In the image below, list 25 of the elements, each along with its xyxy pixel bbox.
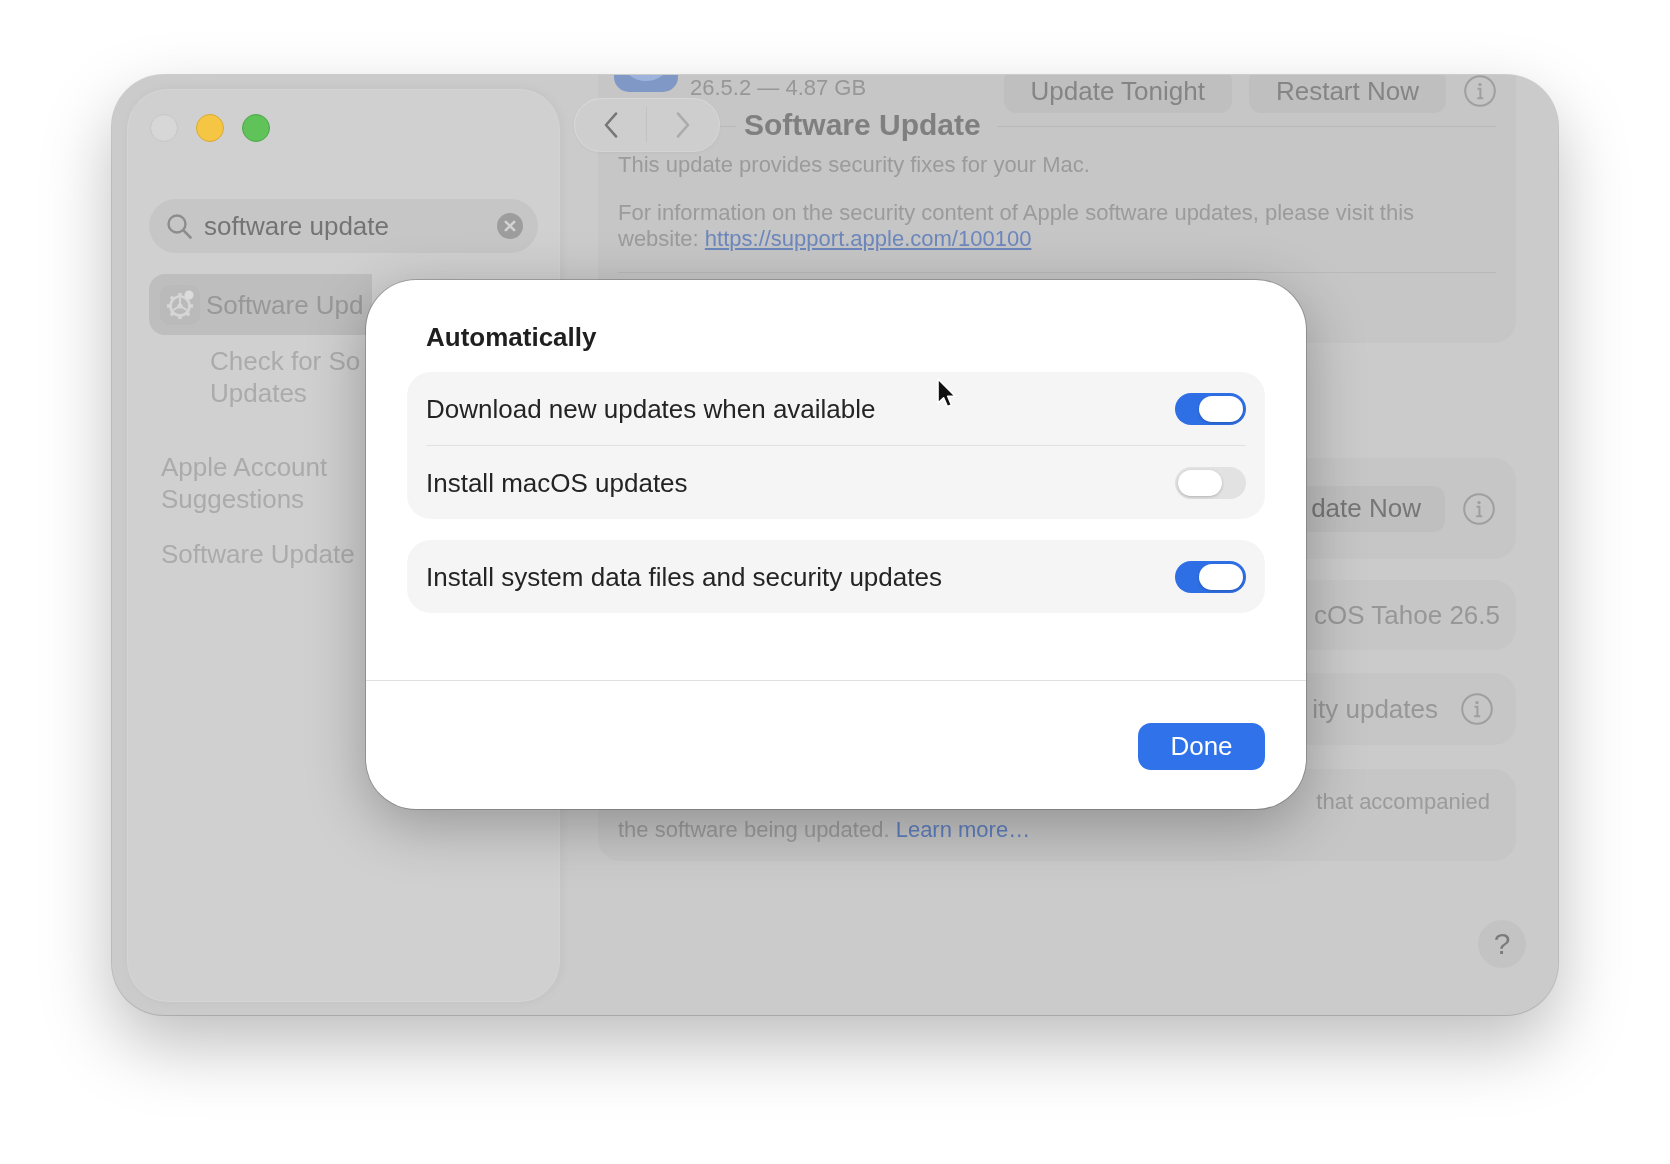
info-icon[interactable] xyxy=(1461,693,1493,725)
search-icon xyxy=(166,213,192,239)
support-link[interactable]: https://support.apple.com/100100 xyxy=(704,226,1032,251)
info-icon[interactable] xyxy=(1463,492,1495,525)
option-label: Install system data files and security updates xyxy=(426,560,942,593)
option-label: Download new updates when available xyxy=(426,392,876,425)
cursor-icon xyxy=(936,377,958,409)
search-field[interactable]: software update xyxy=(149,199,538,253)
restart-now-button[interactable]: Restart Now xyxy=(1248,75,1446,113)
chevron-right-icon xyxy=(675,112,690,138)
info-icon[interactable] xyxy=(1464,75,1496,107)
learn-more-link[interactable]: Learn more… xyxy=(895,817,1031,842)
toggle-switch[interactable] xyxy=(1175,392,1246,425)
update-now-button[interactable]: date Now xyxy=(1307,485,1445,532)
minimize-button[interactable] xyxy=(196,114,224,142)
toggle-switch[interactable] xyxy=(1175,466,1246,499)
done-button[interactable]: Done xyxy=(1138,723,1265,770)
help-button[interactable]: ? xyxy=(1478,920,1526,968)
chevron-left-icon xyxy=(603,112,618,138)
toggle-switch[interactable] xyxy=(1175,560,1246,593)
clear-search-icon[interactable] xyxy=(497,213,523,239)
section-heading: Automatically xyxy=(426,321,597,353)
zoom-button[interactable] xyxy=(242,114,270,142)
update-tonight-button[interactable]: Update Tonight xyxy=(1003,75,1232,113)
option-label: Install macOS updates xyxy=(426,466,688,499)
